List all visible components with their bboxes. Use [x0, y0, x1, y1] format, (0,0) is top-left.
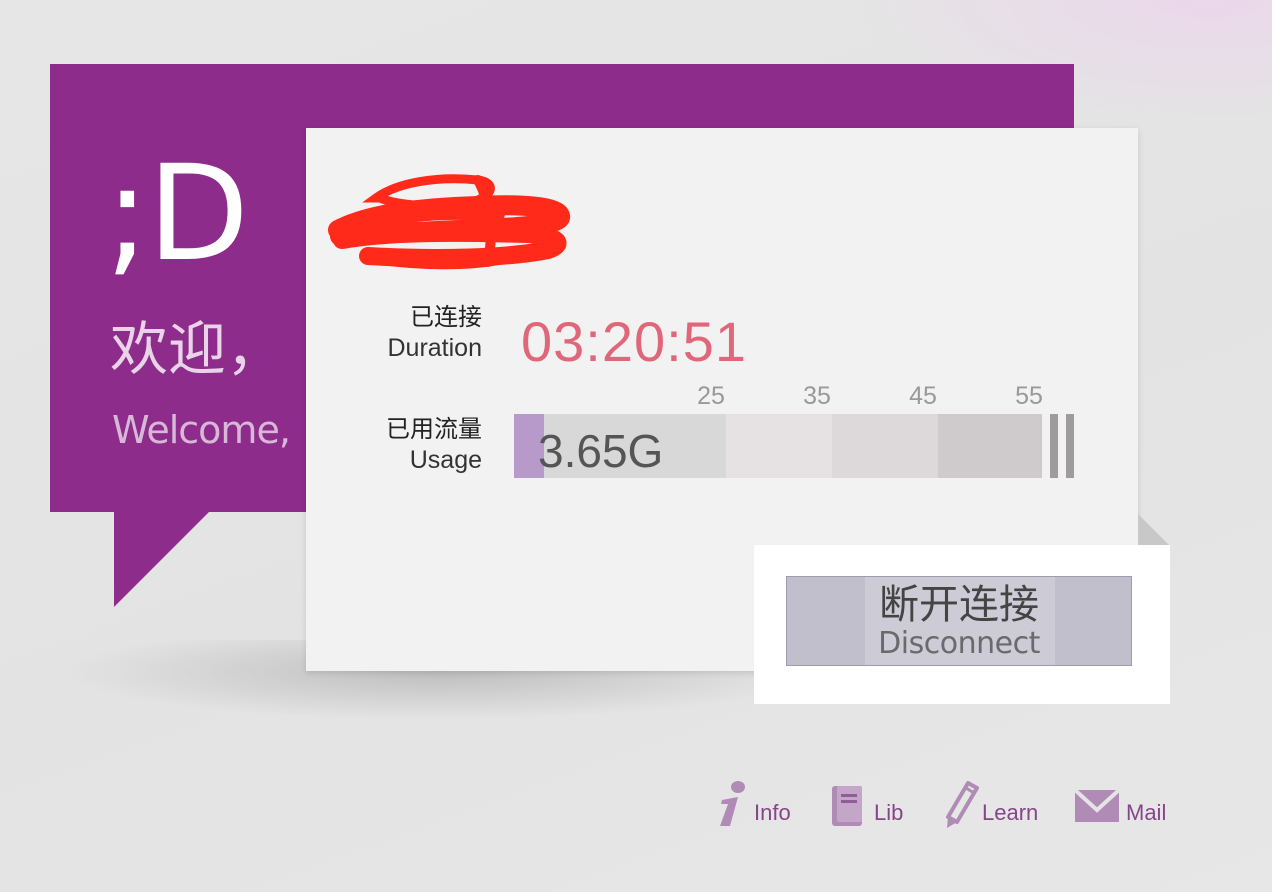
- disconnect-label-en: Disconnect: [878, 626, 1040, 661]
- duration-value: 03:20:51: [521, 310, 747, 373]
- duration-label-zh: 已连接: [410, 303, 482, 331]
- info-icon: [720, 781, 745, 826]
- welcome-emoticon: ;D: [105, 137, 249, 291]
- usage-tick: 35: [803, 382, 831, 410]
- usage-bar-segment: [938, 414, 1042, 478]
- mail-icon: [1074, 788, 1120, 822]
- welcome-greeting-en: Welcome,: [112, 408, 291, 452]
- usage-bar-segment: [726, 414, 832, 478]
- usage-tick: 45: [909, 382, 937, 410]
- mail-link[interactable]: Mail: [1074, 780, 1174, 830]
- disconnect-label-zh: 断开连接: [879, 582, 1039, 628]
- usage-bar-segment: [832, 414, 938, 478]
- usage-label: 已用流量 Usage: [386, 414, 482, 476]
- info-link[interactable]: Info: [716, 780, 800, 830]
- duration-label-en: Duration: [387, 334, 483, 362]
- disconnect-button[interactable]: 断开连接 Disconnect: [786, 576, 1132, 666]
- info-link-label: Info: [754, 800, 791, 825]
- mail-link-label: Mail: [1126, 800, 1167, 825]
- username-redaction-scribble: [328, 174, 570, 270]
- usage-label-en: Usage: [409, 446, 482, 474]
- lib-link-label: Lib: [874, 800, 904, 825]
- learn-link-label: Learn: [982, 800, 1039, 825]
- usage-tick: 25: [697, 382, 725, 410]
- usage-label-zh: 已用流量: [386, 415, 482, 443]
- card-fold-shadow: [1138, 514, 1170, 546]
- pencil-icon: [946, 781, 979, 828]
- lib-link[interactable]: Lib: [829, 780, 909, 830]
- usage-value: 3.65G: [538, 425, 664, 477]
- usage-bar-end-mark: [1066, 414, 1074, 478]
- book-icon: [832, 786, 862, 826]
- usage-bar-end-mark: [1050, 414, 1058, 478]
- welcome-greeting-zh: 欢迎，: [110, 315, 285, 383]
- usage-tick: 55: [1015, 382, 1043, 410]
- welcome-speech-tail: [114, 511, 210, 607]
- learn-link[interactable]: Learn: [944, 780, 1048, 830]
- duration-label: 已连接 Duration: [388, 302, 483, 364]
